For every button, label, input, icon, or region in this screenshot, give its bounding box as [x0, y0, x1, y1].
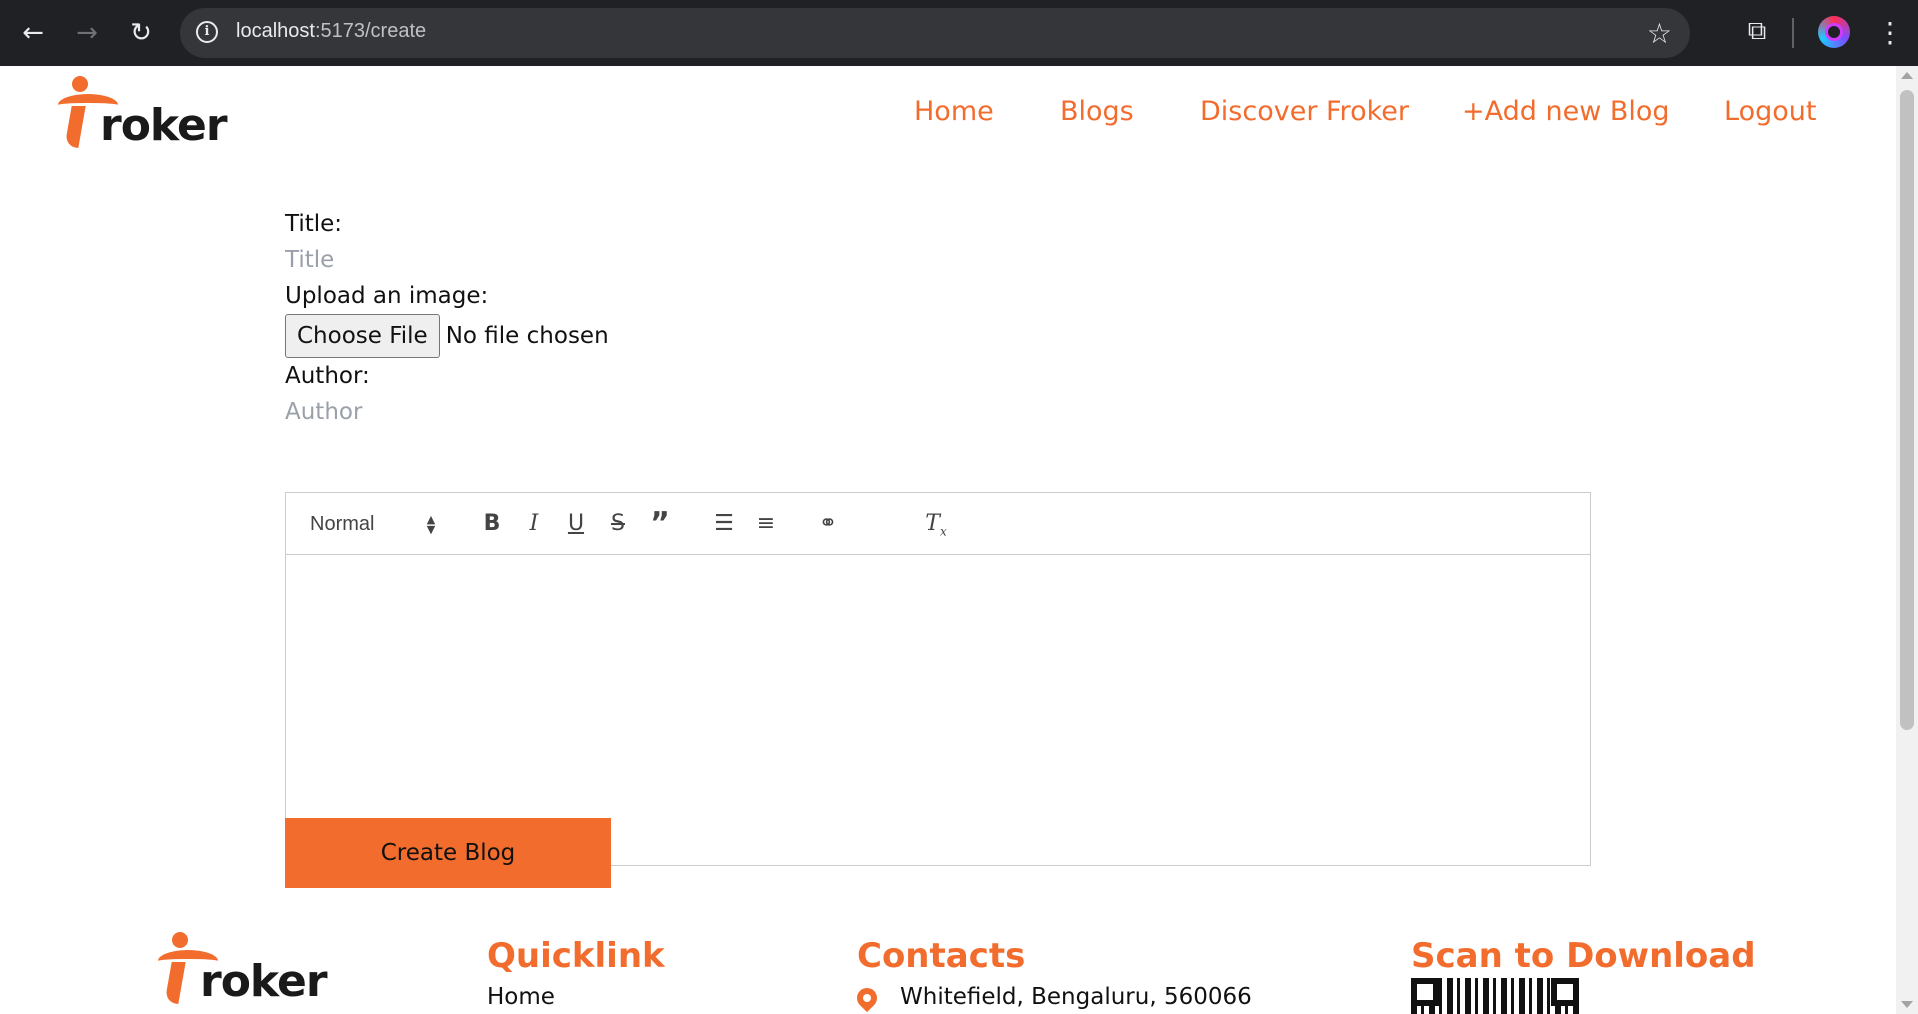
nav-add-new-blog[interactable]: +Add new Blog — [1462, 96, 1670, 127]
puzzle-icon[interactable]: ⧉ — [1740, 16, 1774, 50]
download-title: Scan to Download — [1411, 936, 1756, 976]
profile-avatar[interactable] — [1818, 16, 1850, 48]
underline-icon[interactable]: U — [562, 508, 590, 540]
address-bar[interactable]: i localhost:5173/create ☆ — [180, 8, 1690, 58]
browser-toolbar: ← → ↻ i localhost:5173/create ☆ ⧉ ⋮ — [0, 0, 1918, 66]
url-host: localhost — [236, 20, 315, 42]
toolbar-divider — [1792, 18, 1794, 48]
bold-icon[interactable]: B — [478, 508, 506, 540]
nav-home[interactable]: Home — [914, 96, 994, 127]
bullet-list-icon[interactable]: ≡ — [752, 508, 780, 540]
star-icon[interactable]: ☆ — [1647, 17, 1672, 50]
chevron-updown-icon[interactable]: ▲ ▼ — [424, 514, 438, 547]
page-scrollbar[interactable] — [1896, 66, 1918, 1014]
forward-button[interactable]: → — [68, 14, 106, 52]
scrollbar-thumb[interactable] — [1900, 90, 1914, 730]
footer-link-home[interactable]: Home — [487, 984, 555, 1010]
editor-toolbar: Normal ▲ ▼ B I U S ” ☰ ≡ ⚭ Tx — [286, 493, 1590, 555]
address-text: Whitefield, Bengaluru, 560066 — [900, 984, 1252, 1010]
main-nav: Home Blogs Discover Froker +Add new Blog… — [0, 96, 1896, 136]
url-path: :5173/create — [314, 20, 427, 42]
info-icon[interactable]: i — [196, 21, 218, 43]
nav-blogs[interactable]: Blogs — [1060, 96, 1134, 127]
nav-discover-froker[interactable]: Discover Froker — [1200, 96, 1409, 127]
create-blog-form: Title: Upload an image: Choose File No f… — [285, 206, 1591, 866]
file-status-text: No file chosen — [445, 323, 609, 349]
file-upload: Choose File No file chosen — [285, 314, 1591, 358]
blockquote-icon[interactable]: ” — [646, 508, 674, 540]
image-upload-label: Upload an image: — [285, 283, 489, 309]
location-pin-icon — [852, 983, 882, 1013]
kebab-menu-icon[interactable]: ⋮ — [1876, 14, 1904, 52]
nav-logout[interactable]: Logout — [1724, 96, 1816, 127]
title-input[interactable] — [285, 242, 785, 278]
back-button[interactable]: ← — [14, 14, 52, 52]
link-icon[interactable]: ⚭ — [814, 508, 842, 540]
choose-file-button[interactable]: Choose File — [285, 314, 440, 358]
strikethrough-icon[interactable]: S — [604, 508, 632, 540]
scroll-down-icon[interactable] — [1901, 1001, 1913, 1008]
quicklink-title: Quicklink — [487, 936, 665, 976]
contacts-title: Contacts — [857, 936, 1026, 976]
footer-logo-text: roker — [200, 956, 328, 1007]
qr-code — [1411, 978, 1579, 1014]
author-label: Author: — [285, 363, 370, 389]
ordered-list-icon[interactable]: ☰ — [710, 508, 738, 540]
url-text[interactable]: localhost:5173/create — [236, 20, 426, 43]
footer-logo[interactable]: roker — [158, 932, 328, 1007]
page-viewport: roker Home Blogs Discover Froker +Add ne… — [0, 66, 1896, 1014]
froker-logo-mark — [158, 932, 218, 1004]
heading-select[interactable]: Normal — [310, 508, 374, 540]
author-input[interactable] — [285, 394, 785, 430]
create-blog-button[interactable]: Create Blog — [285, 818, 611, 888]
title-label: Title: — [285, 211, 343, 237]
rich-text-editor: Normal ▲ ▼ B I U S ” ☰ ≡ ⚭ Tx — [285, 492, 1591, 866]
italic-icon[interactable]: I — [520, 508, 548, 540]
reload-button[interactable]: ↻ — [122, 14, 160, 52]
clear-format-icon[interactable]: Tx — [922, 508, 950, 540]
scroll-up-icon[interactable] — [1901, 72, 1913, 79]
